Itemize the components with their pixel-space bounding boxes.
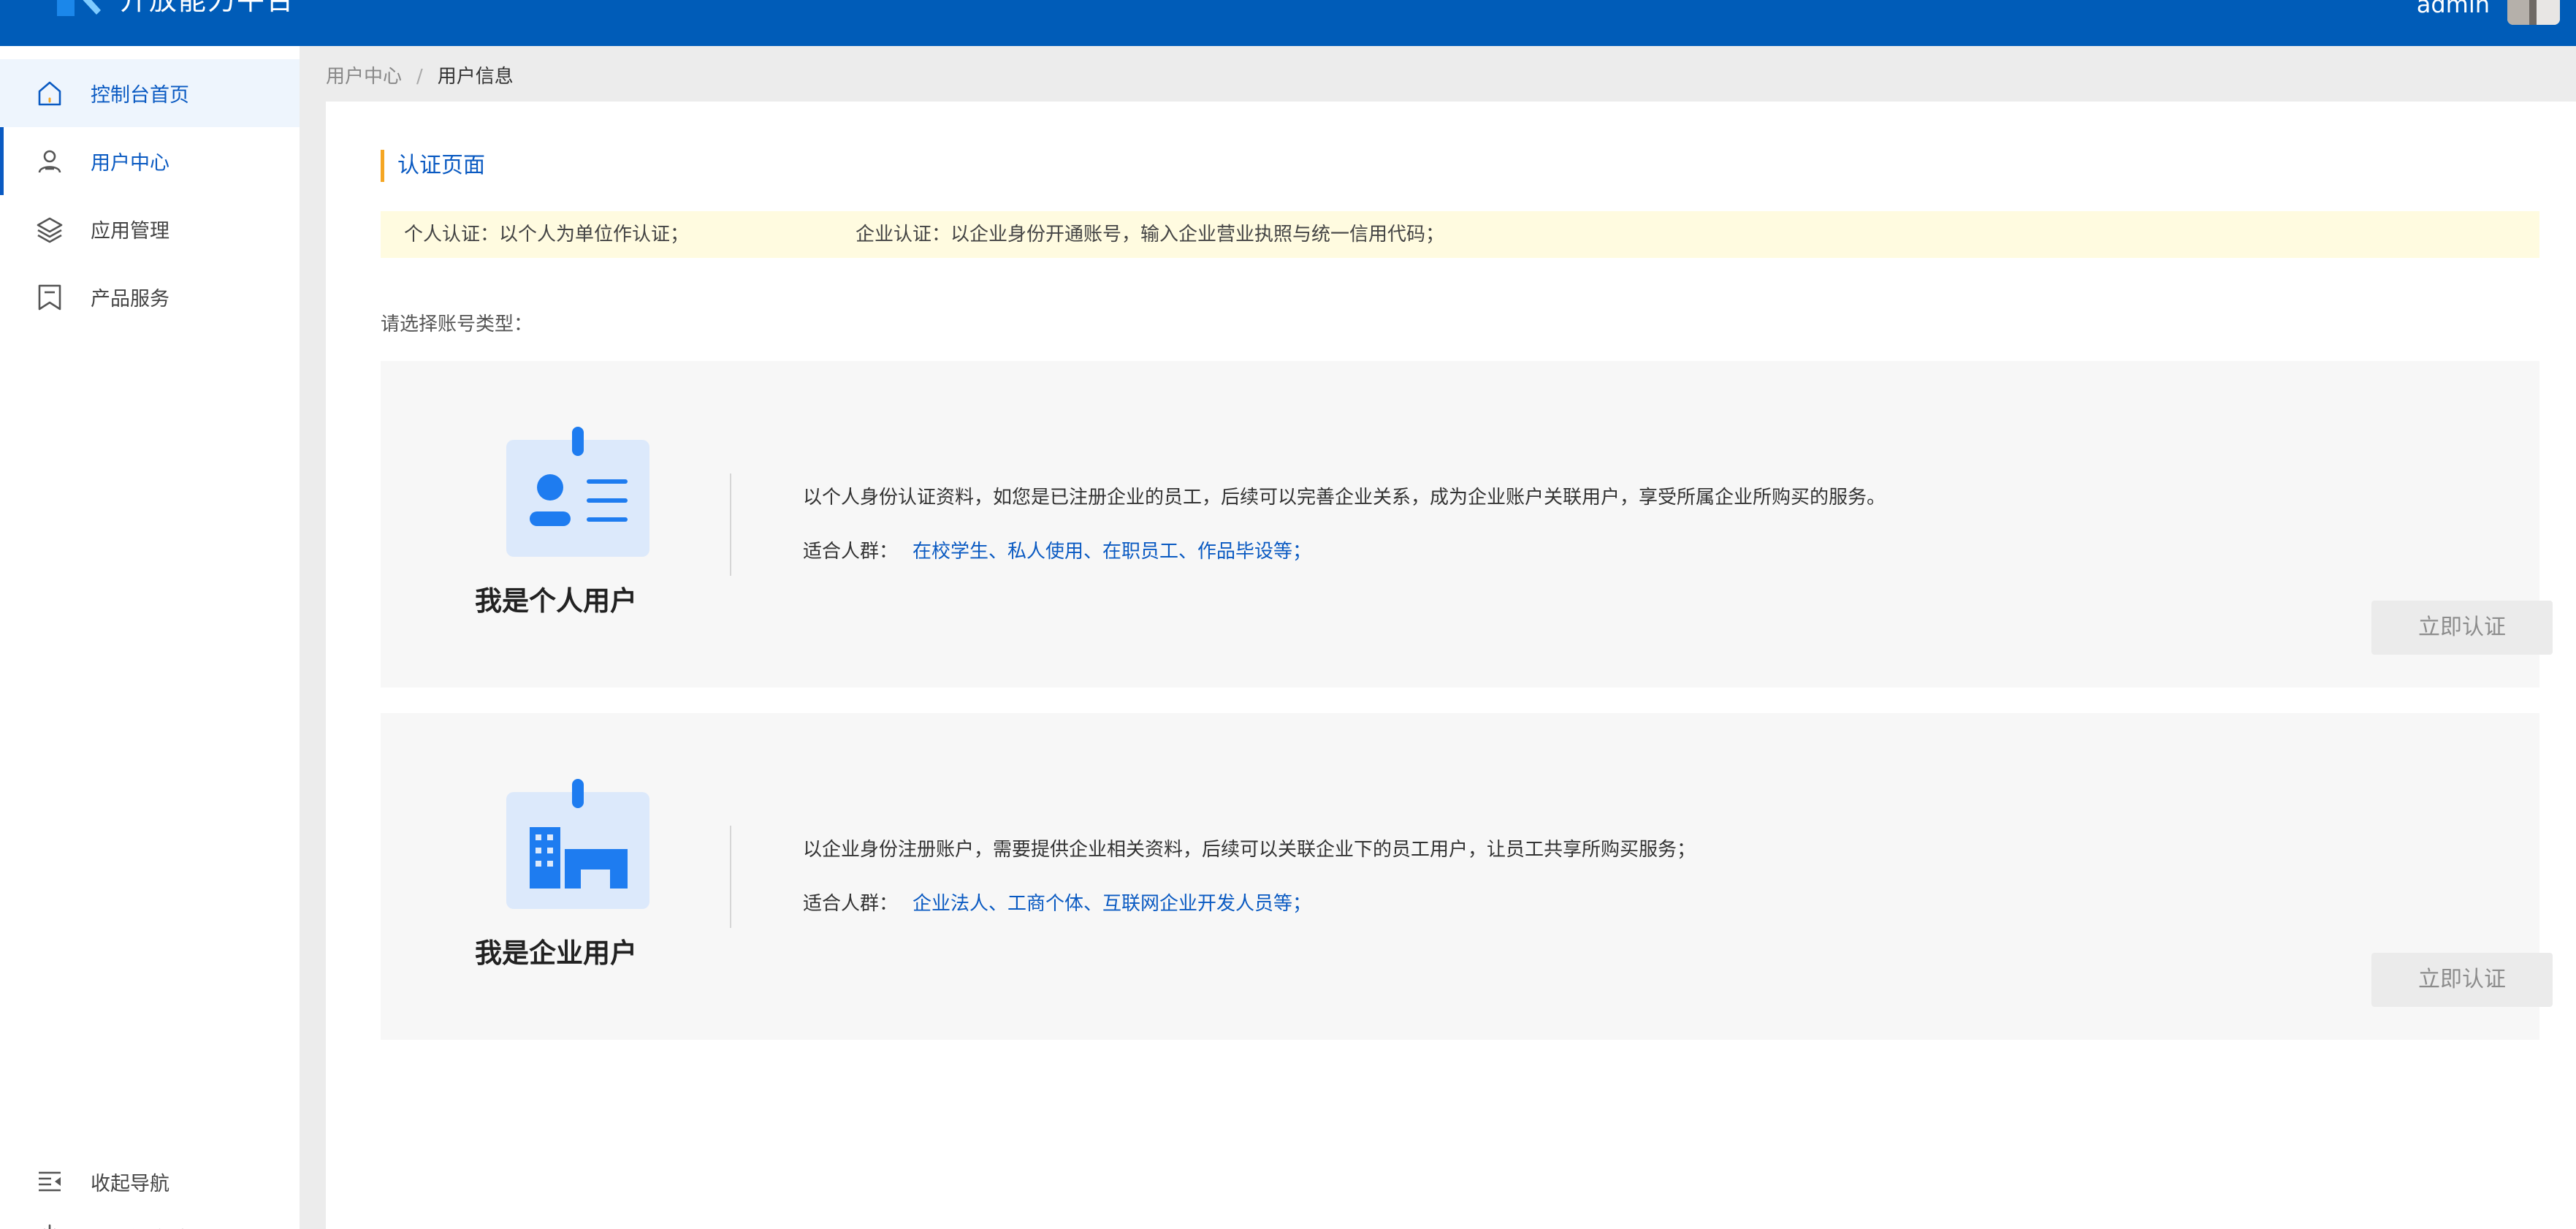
bookmark-icon [38,284,61,310]
card-divider [730,473,731,576]
layers-icon [37,217,63,243]
collapse-nav-button[interactable]: 收起导航 [0,1160,300,1203]
sidebar-item-label: 用户中心 [91,152,169,175]
audience-label: 适合人群： [803,541,899,563]
sidebar-item-app-management[interactable]: 应用管理 [0,195,300,263]
sidebar-item-label: 返回门户端 [91,1223,189,1229]
home-icon [38,81,61,105]
card-title: 我是个人用户 [475,585,637,617]
card-description: 以企业身份注册账户，需要提供企业相关资料，后续可以关联企业下的员工用户，让员工共… [803,839,1696,861]
logo-icon[interactable] [53,0,104,23]
top-header: 开放能力平台 admin [0,0,2576,46]
sidebar-item-label: 应用管理 [91,220,169,243]
sidebar-item-label: 收起导航 [91,1172,169,1195]
card-audience: 适合人群： 企业法人、工商个体、互联网企业开发人员等； [803,889,1311,916]
avatar[interactable] [2507,0,2560,25]
building-badge-icon [506,779,649,909]
sidebar-item-label: 控制台首页 [91,84,189,107]
account-type-label: 请选择账号类型： [381,313,533,335]
sidebar: 控制台首页 用户中心 应用管理 产品服务 收起导航 [0,46,300,1229]
verify-enterprise-button[interactable]: 立即认证 [2371,953,2553,1007]
sidebar-item-product-service[interactable]: 产品服务 [0,263,300,331]
audience-label: 适合人群： [803,893,899,915]
card-audience: 适合人群： 在校学生、私人使用、在职员工、作品毕设等； [803,536,1311,563]
user-icon [38,150,61,172]
breadcrumb-current: 用户信息 [437,66,514,88]
notice-banner: 个人认证：以个人为单位作认证； 企业认证：以企业身份开通账号，输入企业营业执照与… [381,211,2539,258]
notice-personal: 个人认证：以个人为单位作认证； [404,224,690,246]
sidebar-item-dashboard[interactable]: 控制台首页 [0,59,300,127]
user-name[interactable]: admin [2417,0,2490,19]
enterprise-user-card[interactable]: 我是企业用户 以企业身份注册账户，需要提供企业相关资料，后续可以关联企业下的员工… [381,713,2553,1040]
main-panel: 认证页面 个人认证：以个人为单位作认证； 企业认证：以企业身份开通账号，输入企业… [326,102,2576,1229]
personal-user-card[interactable]: 我是个人用户 以个人身份认证资料，如您是已注册企业的员工，后续可以完善企业关系，… [381,361,2553,688]
return-portal-button[interactable]: 返回门户端 [0,1215,300,1229]
verify-personal-button[interactable]: 立即认证 [2371,601,2553,655]
audience-value: 在校学生、私人使用、在职员工、作品毕设等； [912,541,1312,563]
breadcrumb: 用户中心 / 用户信息 [326,64,514,89]
card-title: 我是企业用户 [475,937,637,969]
sidebar-item-user-center[interactable]: 用户中心 [0,127,300,195]
section-title: 认证页面 [381,150,485,182]
id-card-icon [506,427,649,557]
breadcrumb-separator: / [416,66,423,88]
app-title: 开放能力平台 [120,0,296,16]
audience-value: 企业法人、工商个体、互联网企业开发人员等； [912,893,1312,915]
notice-enterprise: 企业认证：以企业身份开通账号，输入企业营业执照与统一信用代码； [856,224,1445,246]
card-divider [730,826,731,928]
collapse-menu-icon [39,1171,61,1192]
sidebar-item-label: 产品服务 [91,288,169,311]
breadcrumb-parent[interactable]: 用户中心 [326,64,402,89]
power-icon [44,1224,56,1229]
card-description: 以个人身份认证资料，如您是已注册企业的员工，后续可以完善企业关系，成为企业账户关… [803,487,1886,509]
